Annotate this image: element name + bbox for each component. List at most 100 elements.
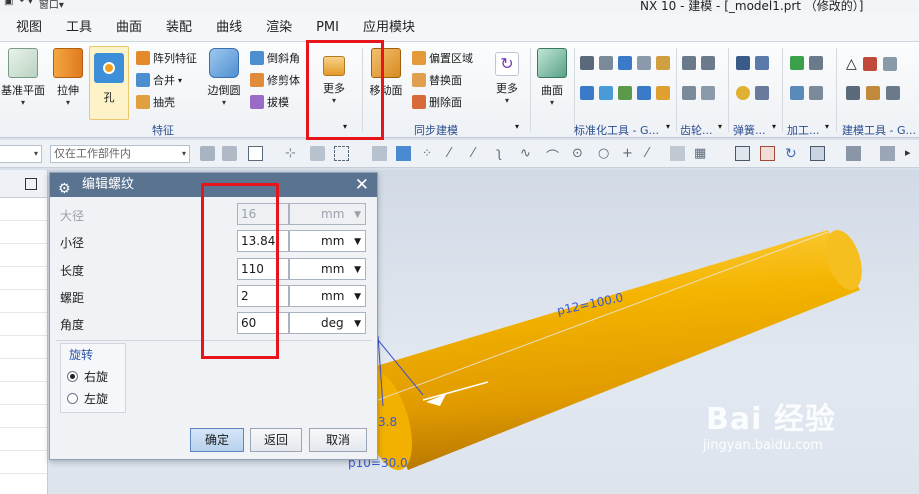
unite-button[interactable]: 合并 ▾ [136, 72, 182, 88]
snap-icon[interactable]: ⊹ [285, 146, 300, 161]
list-item[interactable] [0, 244, 47, 267]
standard-tool-icon[interactable] [637, 56, 651, 70]
list-item[interactable] [0, 267, 47, 290]
delete-face-button[interactable]: 删除面 [412, 94, 462, 110]
standard-tool-icon[interactable] [656, 56, 670, 70]
menu-surface[interactable]: 曲面 [104, 14, 154, 42]
machining-tool-icon[interactable] [809, 56, 823, 70]
trim-body-button[interactable]: 修剪体 [250, 72, 300, 88]
close-icon[interactable]: ✕ [355, 173, 369, 197]
display-icon[interactable] [880, 146, 895, 161]
minor-diameter-input[interactable]: 13.84 [237, 230, 289, 252]
sync-more-button[interactable]: ↻ 更多 ▾ [488, 46, 526, 105]
spring-tool-icon[interactable] [755, 56, 769, 70]
surface-button[interactable]: 曲面 ▾ [532, 46, 572, 107]
machining-tool-icon[interactable] [809, 86, 823, 100]
spring-tool-icon[interactable] [736, 86, 750, 100]
triangle-icon[interactable]: △ [846, 56, 857, 72]
list-item[interactable] [0, 290, 47, 313]
face-filter-icon[interactable] [372, 146, 387, 161]
standard-tool-icon[interactable] [580, 56, 594, 70]
ok-button[interactable]: 确定 [190, 428, 244, 452]
list-item[interactable] [0, 198, 47, 221]
hole-button[interactable]: 孔 [89, 46, 129, 120]
gear-tool-icon[interactable] [701, 86, 715, 100]
menu-applications[interactable]: 应用模块 [351, 14, 427, 42]
type-filter-select[interactable]: ▾ [0, 145, 42, 163]
menu-view[interactable]: 视图 [4, 14, 54, 42]
check-icon[interactable] [790, 56, 804, 70]
list-item[interactable] [0, 451, 47, 474]
menu-curve[interactable]: 曲线 [204, 14, 254, 42]
standard-tool-icon[interactable] [656, 86, 670, 100]
circle-icon[interactable]: ○ [598, 146, 613, 161]
menu-render[interactable]: 渲染 [254, 14, 304, 42]
spring-tool-icon[interactable] [736, 56, 750, 70]
modeling-tool-icon[interactable] [866, 86, 880, 100]
snap-icon[interactable] [310, 146, 325, 161]
scope-filter-select[interactable]: 仅在工作部件内 ▾ [50, 145, 190, 163]
snap-icon[interactable] [222, 146, 237, 161]
standard-tool-icon[interactable] [637, 86, 651, 100]
modeling-tool-icon[interactable] [886, 86, 900, 100]
arc-icon[interactable]: ⌒ [546, 146, 561, 165]
angle-input[interactable]: 60 [237, 312, 289, 334]
chamfer-button[interactable]: 倒斜角 [250, 50, 300, 66]
extrude-button[interactable]: 拉伸 ▾ [50, 46, 86, 107]
pattern-feature-button[interactable]: 阵列特征 [136, 50, 197, 66]
select-icon[interactable] [248, 146, 263, 161]
minor-diameter-unit-select[interactable]: mm ▼ [289, 230, 366, 252]
gear-icon[interactable]: ⚙ [58, 177, 71, 201]
draft-button[interactable]: 拔模 [250, 94, 289, 110]
gear-tool-icon[interactable] [682, 56, 696, 70]
modeling-tool-icon[interactable] [846, 86, 860, 100]
spring-group-expand-icon[interactable]: ▾ [772, 122, 776, 131]
standard-tool-icon[interactable] [599, 86, 613, 100]
grid-icon[interactable]: ▦ [694, 146, 709, 161]
gear-tool-icon[interactable] [701, 56, 715, 70]
standard-tool-icon[interactable] [599, 56, 613, 70]
circle-icon[interactable]: ⊙ [572, 146, 587, 161]
angle-unit-select[interactable]: deg ▼ [289, 312, 366, 334]
list-item[interactable] [0, 336, 47, 359]
curve-icon[interactable]: ʅ [496, 146, 511, 161]
left-hand-radio[interactable]: 左旋 [67, 390, 108, 407]
list-item[interactable] [0, 313, 47, 336]
pitch-unit-select[interactable]: mm ▼ [289, 285, 366, 307]
move-face-button[interactable]: 移动面 [366, 46, 406, 98]
offset-region-button[interactable]: 偏置区域 [412, 50, 473, 66]
shell-button[interactable]: 抽壳 [136, 94, 175, 110]
feature-group-expand-icon[interactable]: ▾ [343, 122, 347, 131]
plus-icon[interactable]: + [622, 146, 637, 161]
rotate-icon[interactable]: ↻ [785, 146, 800, 162]
pitch-input[interactable]: 2 [237, 285, 289, 307]
sync-group-expand-icon[interactable]: ▾ [515, 122, 519, 131]
point-icon[interactable]: ⁘ [422, 146, 437, 161]
menu-pmi[interactable]: PMI [304, 14, 351, 42]
list-item[interactable] [0, 382, 47, 405]
gear-group-expand-icon[interactable]: ▾ [718, 122, 722, 131]
view-orientation-icon[interactable] [810, 146, 825, 161]
zoom-icon[interactable] [760, 146, 775, 161]
machining-group-expand-icon[interactable]: ▾ [825, 122, 829, 131]
length-unit-select[interactable]: mm ▼ [289, 258, 366, 280]
standard-tool-icon[interactable] [618, 56, 632, 70]
feature-more-button[interactable]: 更多 ▾ [314, 46, 354, 105]
right-hand-radio[interactable]: 右旋 [67, 368, 108, 385]
spring-tool-icon[interactable] [755, 86, 769, 100]
rectangle-select-icon[interactable] [334, 146, 349, 161]
menu-tools[interactable]: 工具 [54, 14, 104, 42]
window-menu[interactable]: 窗口▾ [39, 0, 64, 11]
back-button[interactable]: 返回 [250, 428, 302, 452]
line-icon[interactable]: ⁄ [646, 146, 661, 161]
body-filter-icon[interactable] [396, 146, 411, 161]
fit-view-icon[interactable] [735, 146, 750, 161]
maximize-icon[interactable] [25, 178, 37, 190]
replace-face-button[interactable]: 替换面 [412, 72, 462, 88]
undo-icon[interactable]: ↶▾ [19, 0, 32, 11]
standard-tool-icon[interactable] [618, 86, 632, 100]
gear-tool-icon[interactable] [682, 86, 696, 100]
list-item[interactable] [0, 428, 47, 451]
standard-tools-expand-icon[interactable]: ▾ [666, 122, 670, 131]
list-item[interactable] [0, 405, 47, 428]
